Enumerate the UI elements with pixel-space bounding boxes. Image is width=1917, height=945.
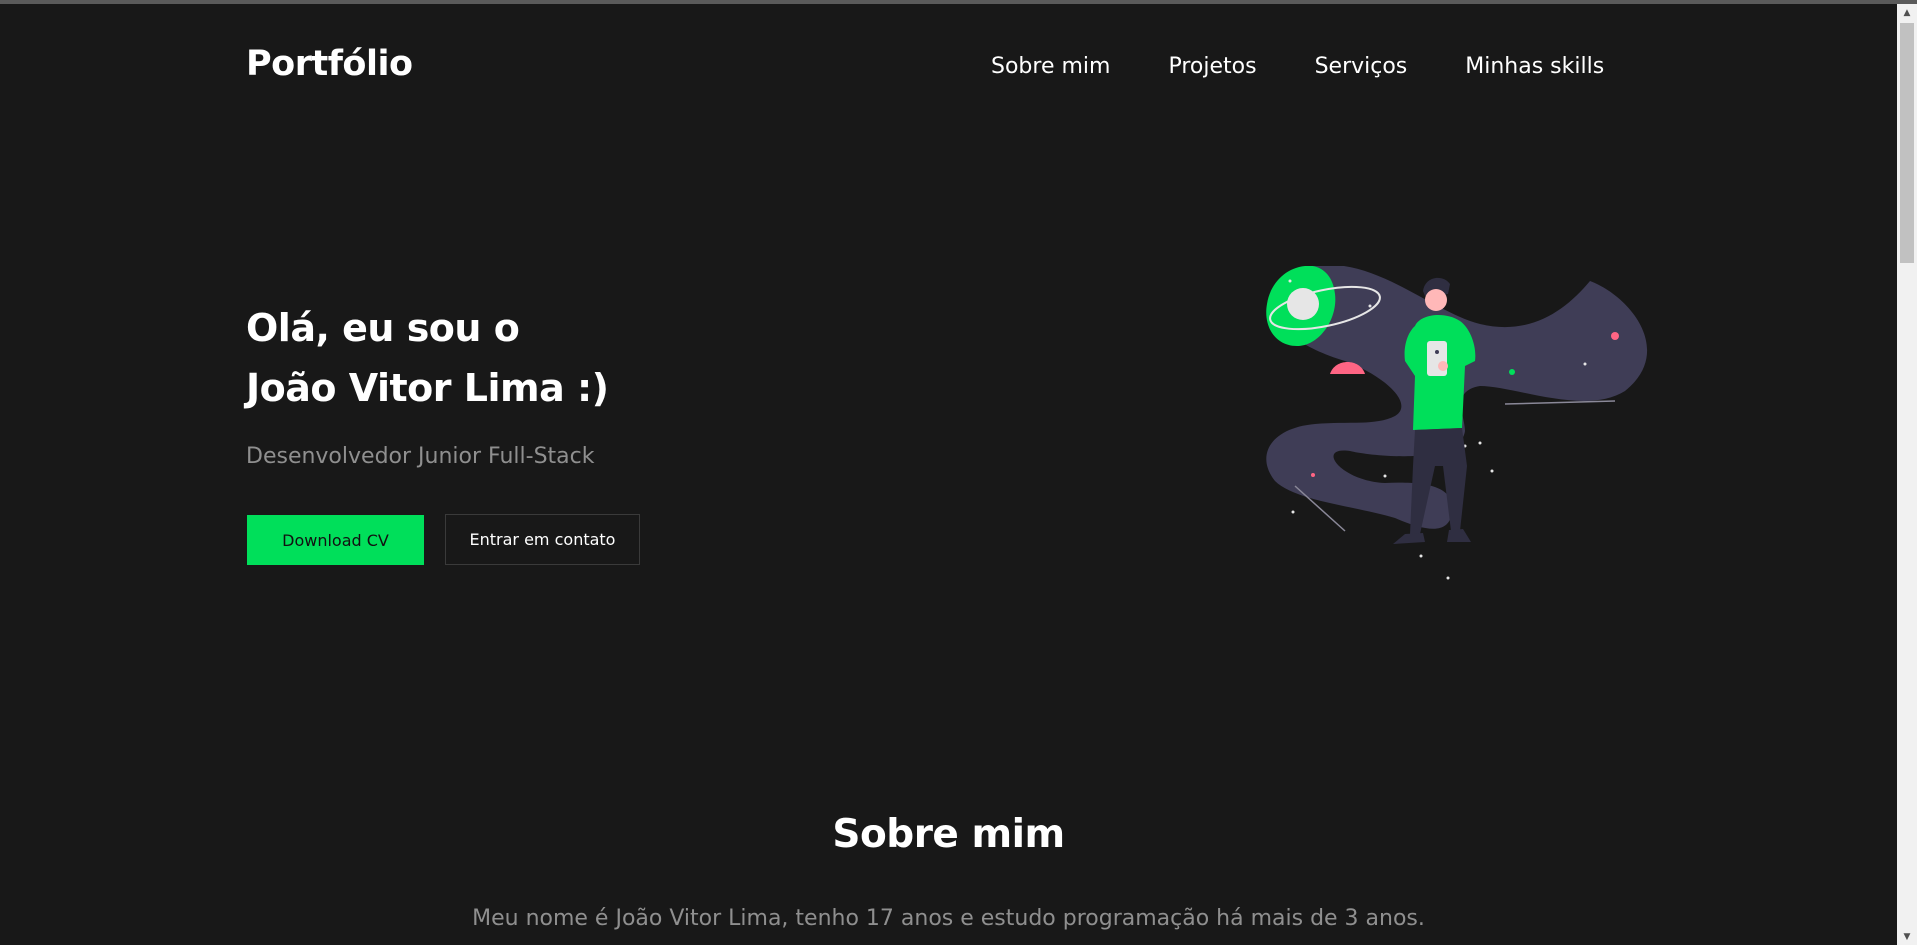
main-nav: Sobre mim Projetos Serviços Minhas skill…	[991, 54, 1604, 79]
scroll-thumb[interactable]	[1900, 23, 1914, 263]
red-dot	[1311, 473, 1315, 477]
streak-1	[1504, 400, 1616, 405]
hero-greeting: Olá, eu sou o	[246, 306, 520, 350]
nav-item-servicos[interactable]: Serviços	[1315, 54, 1408, 79]
about-text: Meu nome é João Vitor Lima, tenho 17 ano…	[472, 906, 1425, 931]
about-title: Sobre mim	[832, 812, 1065, 857]
page: Portfólio Sobre mim Projetos Serviços Mi…	[0, 4, 1897, 945]
green-star	[1509, 369, 1515, 375]
space-person-illustration-icon	[1266, 266, 1647, 580]
scroll-down-arrow-icon[interactable]: ▼	[1897, 928, 1917, 945]
vertical-scrollbar[interactable]: ▲ ▼	[1897, 4, 1917, 945]
logo[interactable]: Portfólio	[246, 44, 413, 84]
nav-item-projetos[interactable]: Projetos	[1168, 54, 1256, 79]
pink-star	[1611, 332, 1619, 340]
nav-item-minhas-skills[interactable]: Minhas skills	[1465, 54, 1604, 79]
scroll-up-arrow-icon[interactable]: ▲	[1897, 4, 1917, 21]
nav-item-sobre-mim[interactable]: Sobre mim	[991, 54, 1110, 79]
contact-button[interactable]: Entrar em contato	[445, 514, 640, 565]
hero-subtitle: Desenvolvedor Junior Full-Stack	[246, 444, 595, 469]
download-cv-button[interactable]: Download CV	[247, 515, 424, 565]
hero-name: João Vitor Lima :)	[246, 366, 609, 410]
